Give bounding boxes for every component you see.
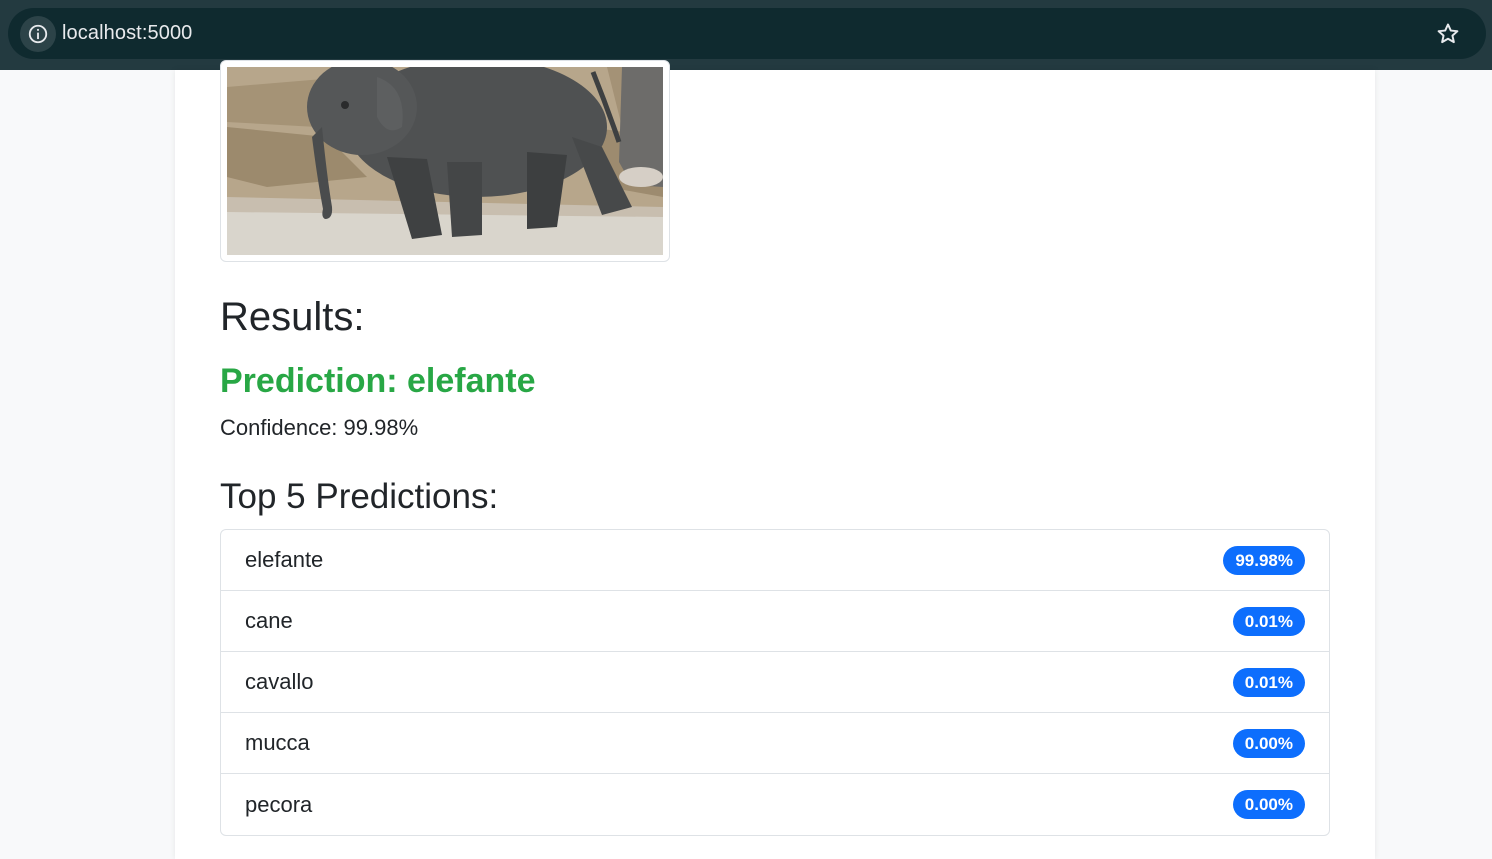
percentage-badge: 0.01%: [1232, 606, 1305, 636]
info-icon[interactable]: [20, 16, 56, 52]
confidence-text: Confidence: 99.98%: [220, 415, 419, 440]
prediction-label: mucca: [245, 730, 310, 755]
list-item: elefante 99.98%: [221, 530, 1329, 591]
prediction-label: cane: [245, 608, 293, 633]
result-card: Results: Prediction: elefante Confidence…: [175, 60, 1375, 859]
elephant-photo: [227, 67, 663, 255]
prediction-label: elefante: [245, 547, 324, 572]
uploaded-image: [220, 60, 670, 262]
prediction-heading: Prediction: elefante: [220, 362, 536, 400]
top5-heading: Top 5 Predictions:: [220, 477, 499, 516]
percentage-badge: 99.98%: [1223, 545, 1305, 575]
results-heading: Results:: [220, 295, 365, 339]
percentage-badge: 0.00%: [1232, 790, 1305, 819]
predictions-list: elefante 99.98% cane 0.01% cavallo 0.01%…: [220, 529, 1330, 836]
star-icon[interactable]: [1434, 20, 1462, 48]
list-item: cavallo 0.01%: [221, 652, 1329, 713]
address-bar[interactable]: localhost:5000: [8, 8, 1486, 59]
prediction-label: pecora: [245, 791, 313, 817]
list-item: cane 0.01%: [221, 591, 1329, 652]
url-text[interactable]: localhost:5000: [62, 22, 192, 45]
prediction-label: cavallo: [245, 669, 314, 694]
list-item: pecora 0.00%: [221, 774, 1329, 835]
list-item: mucca 0.00%: [221, 713, 1329, 774]
percentage-badge: 0.01%: [1232, 667, 1305, 697]
percentage-badge: 0.00%: [1232, 728, 1305, 758]
